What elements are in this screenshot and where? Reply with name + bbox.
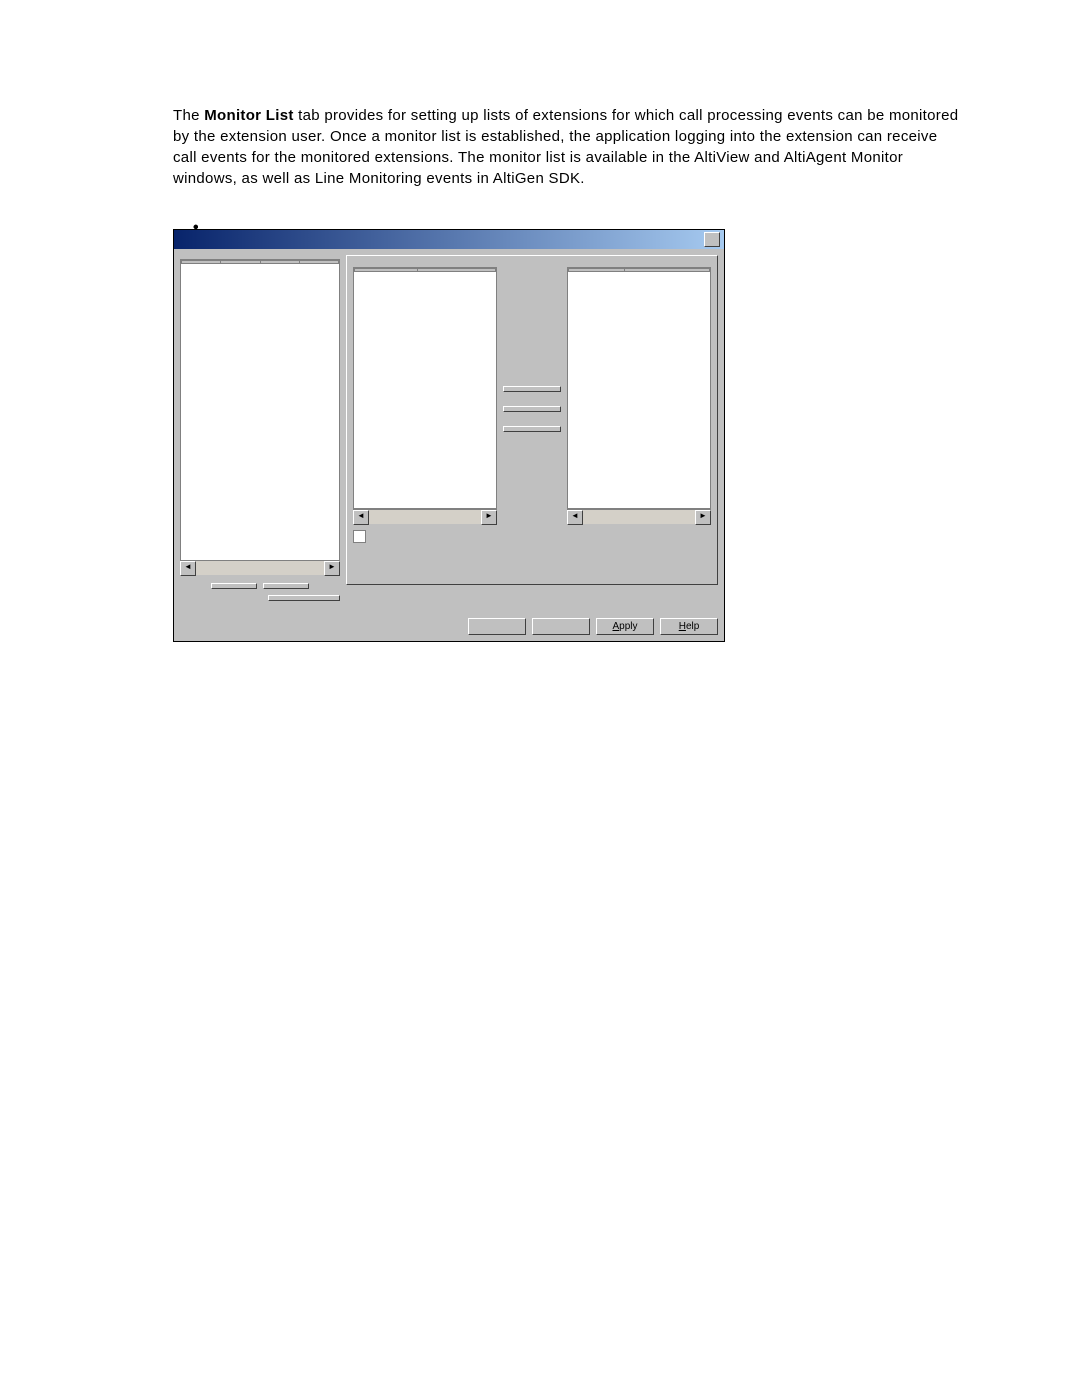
- scrollbar-h-ma[interactable]: ◄ ►: [567, 509, 711, 524]
- monitor-list[interactable]: [353, 267, 497, 509]
- dialog-window: ◄ ►: [173, 229, 725, 642]
- tab-panel-monitor-list: ◄ ►: [346, 255, 718, 585]
- col-number-ml[interactable]: [355, 269, 418, 272]
- help-button[interactable]: Help: [660, 618, 718, 635]
- scrollbar-h-ml[interactable]: ◄ ►: [353, 509, 497, 524]
- default-button[interactable]: [503, 426, 561, 432]
- add-to-monitor-button[interactable]: [503, 386, 561, 392]
- col-name-ma[interactable]: [625, 269, 710, 272]
- cancel-button[interactable]: [532, 618, 590, 635]
- close-icon[interactable]: [704, 232, 720, 247]
- col-name[interactable]: [260, 261, 299, 264]
- extension-list[interactable]: [180, 259, 340, 561]
- checkbox-icon[interactable]: [353, 530, 366, 543]
- ok-button[interactable]: [468, 618, 526, 635]
- monitor-available-list[interactable]: [567, 267, 711, 509]
- col-loc[interactable]: [299, 261, 338, 264]
- col-num[interactable]: [182, 261, 221, 264]
- apply-button[interactable]: Apply: [596, 618, 654, 635]
- remove-from-monitor-button[interactable]: [503, 406, 561, 412]
- scroll-left-icon[interactable]: ◄: [567, 510, 583, 525]
- titlebar: [174, 230, 724, 249]
- help-label-rest: elp: [686, 621, 699, 632]
- trunk-monitor-checkbox[interactable]: [353, 530, 711, 543]
- scroll-right-icon[interactable]: ►: [481, 510, 497, 525]
- scroll-left-icon[interactable]: ◄: [353, 510, 369, 525]
- scroll-right-icon[interactable]: ►: [695, 510, 711, 525]
- apply-to-button[interactable]: [268, 595, 340, 601]
- scroll-left-icon[interactable]: ◄: [180, 561, 196, 576]
- col-number-ma[interactable]: [569, 269, 625, 272]
- col-type[interactable]: [221, 261, 260, 264]
- intro-para: The Monitor List tab provides for settin…: [173, 105, 965, 189]
- scrollbar-h[interactable]: ◄ ►: [180, 560, 340, 575]
- col-name-ml[interactable]: [418, 269, 496, 272]
- apply-label-rest: pply: [619, 621, 637, 632]
- scroll-right-icon[interactable]: ►: [324, 561, 340, 576]
